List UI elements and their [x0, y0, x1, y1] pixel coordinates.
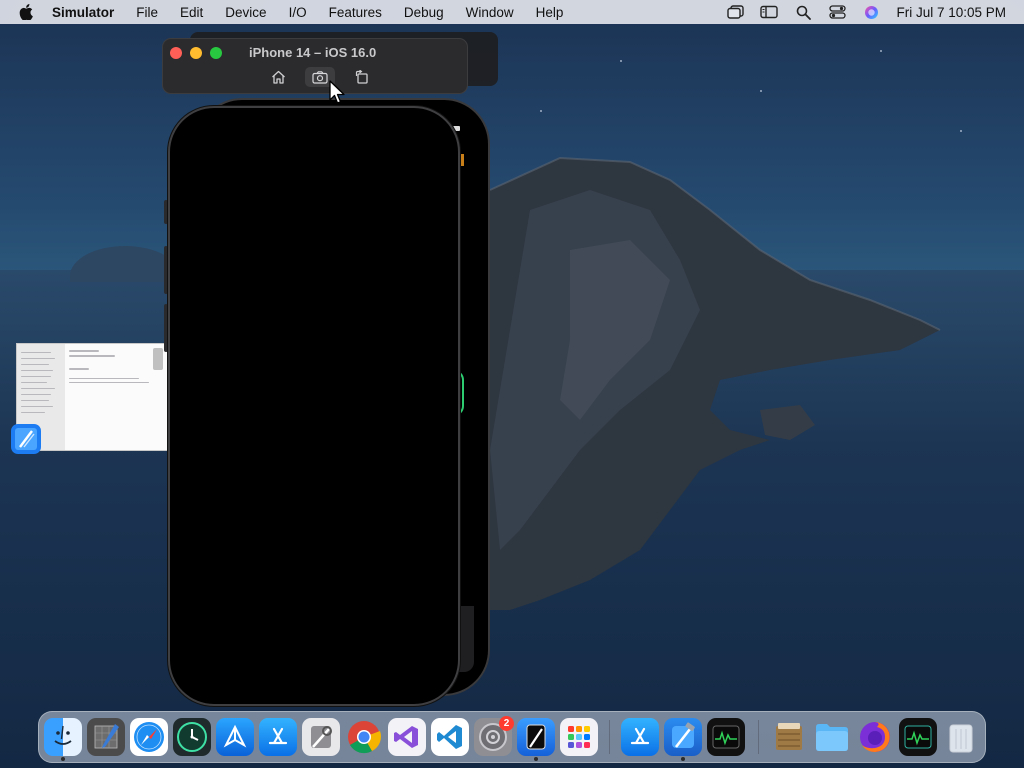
xcode-thumbnail-scrollbar	[153, 348, 163, 370]
camera-icon	[311, 70, 328, 84]
app-store-icon[interactable]	[621, 718, 659, 756]
line-decor	[69, 368, 89, 370]
simulator-icon[interactable]	[517, 718, 555, 756]
notification-badge: 2	[499, 716, 514, 731]
dock: 2	[38, 711, 986, 763]
spotlight-search-icon[interactable]	[794, 4, 812, 20]
dock-divider	[609, 720, 610, 754]
app-menu-simulator[interactable]: Simulator	[52, 5, 114, 20]
line-decor	[69, 382, 149, 383]
star	[620, 60, 622, 62]
xcode-icon[interactable]	[664, 718, 702, 756]
testflight-icon[interactable]	[216, 718, 254, 756]
archive-utility-icon[interactable]	[770, 718, 808, 756]
menu-io[interactable]: I/O	[289, 5, 307, 20]
downloads-folder-icon[interactable]	[813, 718, 851, 756]
home-icon	[271, 70, 285, 84]
desktop-island	[489, 156, 941, 610]
iphone-simulator-screen[interactable]	[168, 106, 460, 706]
line-decor	[21, 412, 45, 413]
simulator-window-toolbar: iPhone 14 – iOS 16.0	[162, 38, 468, 94]
xcode-app-badge-icon	[10, 423, 42, 455]
siri-icon[interactable]	[862, 4, 880, 20]
xcode-utility-icon[interactable]	[302, 718, 340, 756]
line-decor	[69, 350, 99, 352]
menu-debug[interactable]: Debug	[404, 5, 444, 20]
menu-file[interactable]: File	[136, 5, 158, 20]
star	[960, 130, 962, 132]
apple-menu-icon[interactable]	[18, 4, 34, 20]
menu-features[interactable]: Features	[329, 5, 382, 20]
app-store-icon[interactable]	[259, 718, 297, 756]
dock-divider	[758, 720, 759, 754]
stage-manager-icon[interactable]	[726, 4, 744, 20]
running-indicator	[534, 757, 538, 761]
mouse-pointer-icon	[329, 80, 345, 104]
menubar-status-area: Fri Jul 7 10:05 PM	[726, 0, 1006, 24]
trash-icon[interactable]	[942, 718, 980, 756]
system-preferences-icon[interactable]: 2	[474, 716, 514, 756]
firefox-icon[interactable]	[856, 718, 894, 756]
line-decor	[21, 358, 55, 359]
control-center-icon[interactable]	[828, 4, 846, 20]
zoom-button[interactable]	[210, 47, 222, 59]
minimize-button[interactable]	[190, 47, 202, 59]
visual-studio-icon[interactable]	[388, 718, 426, 756]
menu-help[interactable]: Help	[536, 5, 564, 20]
rotate-button[interactable]	[347, 67, 377, 87]
menu-bar: Simulator File Edit Device I/O Features …	[0, 0, 1024, 24]
frame-bottom-edge	[458, 606, 474, 672]
line-decor	[21, 364, 49, 365]
finder-icon[interactable]	[44, 718, 82, 756]
line-decor	[21, 382, 47, 383]
line-decor	[69, 378, 139, 379]
activity-monitor-icon[interactable]	[899, 718, 937, 756]
activity-monitor-icon[interactable]	[707, 718, 745, 756]
line-decor	[21, 388, 55, 389]
chrome-icon[interactable]	[345, 718, 383, 756]
line-decor	[21, 400, 49, 401]
menu-window[interactable]: Window	[466, 5, 514, 20]
vscode-icon[interactable]	[431, 718, 469, 756]
menu-edit[interactable]: Edit	[180, 5, 203, 20]
line-decor	[21, 376, 51, 377]
rotate-icon	[355, 70, 368, 84]
line-decor	[21, 352, 51, 353]
running-indicator	[681, 757, 685, 761]
close-button[interactable]	[170, 47, 182, 59]
star	[760, 90, 762, 92]
orange-indicator	[461, 154, 464, 166]
star	[540, 110, 542, 112]
line-decor	[21, 370, 53, 371]
simulator-window-title: iPhone 14 – iOS 16.0	[249, 45, 377, 60]
line-decor	[21, 406, 53, 407]
safari-icon[interactable]	[130, 718, 168, 756]
sketchbook-icon[interactable]	[87, 718, 125, 756]
launchpad-icon[interactable]	[560, 718, 598, 756]
time-machine-icon[interactable]	[173, 718, 211, 756]
sidebar-display-icon[interactable]	[760, 4, 779, 20]
line-decor	[21, 394, 51, 395]
line-decor	[69, 355, 115, 357]
menubar-clock[interactable]: Fri Jul 7 10:05 PM	[896, 5, 1006, 20]
running-indicator	[61, 757, 65, 761]
home-button[interactable]	[263, 67, 293, 87]
star	[880, 50, 882, 52]
menu-device[interactable]: Device	[225, 5, 266, 20]
